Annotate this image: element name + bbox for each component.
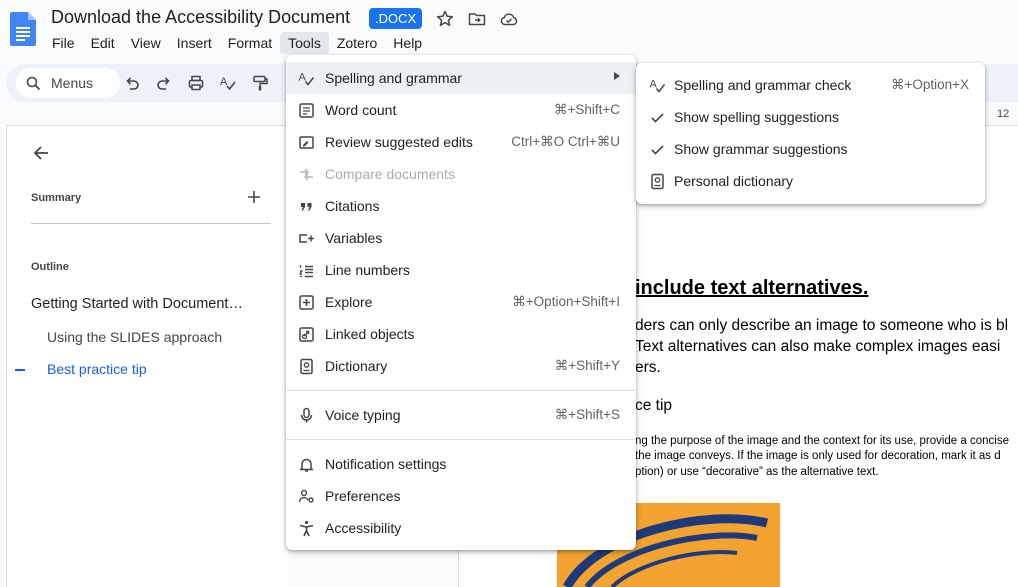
outline-item-slides-approach[interactable]: Using the SLIDES approach [47, 329, 222, 345]
summary-label: Summary [31, 192, 82, 204]
check-icon [651, 145, 664, 155]
menu-bar: File Edit View Insert Format Tools Zoter… [44, 32, 430, 54]
menu-tools[interactable]: Tools [280, 32, 329, 54]
submenu-item-personal-dictionary[interactable]: Personal dictionary [636, 165, 985, 197]
menu-search-label: Menus [51, 75, 94, 91]
menu-separator [286, 439, 636, 440]
paint-format-icon[interactable] [251, 74, 269, 92]
doc-paragraph-line: Text alternatives can also make complex … [635, 338, 1001, 355]
review-edits-icon [299, 136, 314, 149]
dictionary-icon [651, 173, 664, 190]
menu-view[interactable]: View [123, 32, 169, 54]
menu-insert[interactable]: Insert [169, 32, 220, 54]
menu-item-citations[interactable]: Citations [286, 190, 636, 222]
menu-item-accessibility[interactable]: Accessibility [286, 512, 636, 544]
menu-item-dictionary[interactable]: Dictionary ⌘+Shift+Y [286, 350, 636, 382]
word-count-icon [299, 103, 314, 118]
cloud-status-icon[interactable] [499, 9, 519, 29]
compare-icon [300, 168, 313, 181]
add-summary-icon[interactable] [247, 190, 261, 204]
menu-item-explore[interactable]: Explore ⌘+Option+Shift+I [286, 286, 636, 318]
tools-menu: A Spelling and grammar Word count ⌘+Shif… [286, 55, 636, 550]
menu-item-review-edits[interactable]: Review suggested edits Ctrl+⌘O Ctrl+⌘U [286, 126, 636, 158]
star-icon[interactable] [435, 9, 455, 29]
back-arrow-icon[interactable] [31, 143, 51, 163]
spellcheck-icon: A [650, 79, 666, 93]
spellcheck-icon: A [299, 72, 315, 86]
doc-small-line: ng the purpose of the image and the cont… [635, 435, 1009, 447]
document-title[interactable]: Download the Accessibility Document [51, 7, 350, 28]
menu-separator [286, 390, 636, 391]
doc-paragraph-line: ers. [635, 359, 661, 376]
menu-file[interactable]: File [44, 32, 83, 54]
dictionary-icon [300, 358, 313, 375]
panel-divider [31, 223, 271, 224]
microphone-icon [300, 407, 313, 423]
submenu-item-spelling-suggestions[interactable]: Show spelling suggestions [636, 101, 985, 133]
undo-icon[interactable] [123, 74, 141, 92]
spellcheck-icon[interactable]: A [219, 74, 237, 92]
menu-zotero[interactable]: Zotero [329, 32, 385, 54]
preferences-icon [298, 489, 314, 503]
variables-icon [299, 234, 314, 243]
doc-small-line: the image conveys. If the image is only … [635, 450, 1001, 462]
menu-item-variables[interactable]: Variables [286, 222, 636, 254]
explore-icon [299, 295, 314, 310]
outline-current-marker [15, 369, 25, 371]
ruler-number: 12 [997, 108, 1010, 120]
menu-item-preferences[interactable]: Preferences [286, 480, 636, 512]
menu-format[interactable]: Format [220, 32, 280, 54]
doc-small-line: ption) or use “decorative” as the altern… [635, 466, 879, 478]
doc-heading: include text alternatives. [635, 277, 869, 299]
menu-item-compare-documents[interactable]: Compare documents [286, 158, 636, 190]
submenu-item-spelling-check[interactable]: A Spelling and grammar check ⌘+Option+X [636, 69, 985, 101]
accessibility-icon [299, 520, 314, 537]
doc-subheading: ce tip [635, 397, 673, 414]
docs-logo-icon[interactable] [10, 12, 36, 46]
outline-item-getting-started[interactable]: Getting Started with Document… [31, 296, 243, 312]
menu-item-line-numbers[interactable]: Line numbers [286, 254, 636, 286]
bell-icon [299, 458, 314, 472]
print-icon[interactable] [187, 74, 205, 92]
menu-item-notification-settings[interactable]: Notification settings [286, 448, 636, 480]
check-icon [651, 113, 664, 123]
menu-item-linked-objects[interactable]: Linked objects [286, 318, 636, 350]
doc-paragraph-line: ders can only describe an image to someo… [635, 317, 1009, 334]
search-icon [26, 76, 41, 91]
menu-edit[interactable]: Edit [83, 32, 123, 54]
linked-objects-icon [299, 327, 314, 342]
submenu-arrow-icon [614, 72, 620, 80]
outline-item-best-practice[interactable]: Best practice tip [47, 361, 147, 377]
redo-icon[interactable] [155, 74, 173, 92]
spelling-grammar-submenu: A Spelling and grammar check ⌘+Option+X … [636, 63, 985, 204]
menu-item-spelling-grammar[interactable]: A Spelling and grammar [286, 62, 636, 94]
menu-item-voice-typing[interactable]: Voice typing ⌘+Shift+S [286, 399, 636, 431]
quote-icon [301, 203, 312, 211]
document-outline-panel: Summary Outline Getting Started with Doc… [6, 125, 288, 587]
menu-item-word-count[interactable]: Word count ⌘+Shift+C [286, 94, 636, 126]
line-numbers-icon [298, 265, 313, 278]
file-type-badge: .DOCX [369, 8, 423, 29]
submenu-item-grammar-suggestions[interactable]: Show grammar suggestions [636, 133, 985, 165]
outline-label: Outline [31, 261, 69, 273]
move-folder-icon[interactable] [467, 9, 487, 29]
menu-help[interactable]: Help [385, 32, 430, 54]
menu-search-box[interactable]: Menus [16, 68, 120, 98]
